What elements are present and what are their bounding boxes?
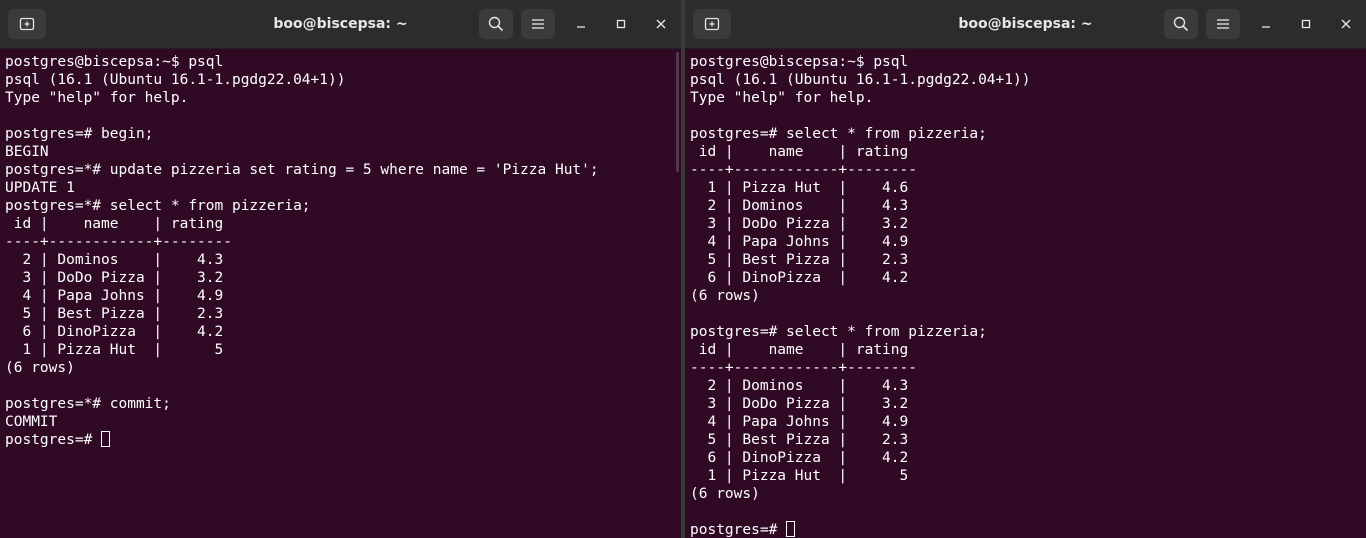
search-icon bbox=[1173, 16, 1189, 32]
terminal-line: psql (16.1 (Ubuntu 16.1-1.pgdg22.04+1)) bbox=[5, 72, 346, 88]
window-controls-right bbox=[1156, 0, 1360, 48]
terminal-line: 6 | DinoPizza | 4.2 bbox=[690, 450, 909, 466]
terminal-line: 1 | Pizza Hut | 5 bbox=[690, 468, 909, 484]
close-button-left[interactable] bbox=[647, 10, 675, 38]
titlebar-left[interactable]: boo@biscepsa: ~ bbox=[0, 0, 681, 49]
terminal-line: postgres=# begin; bbox=[5, 126, 154, 142]
titlebar-right[interactable]: boo@biscepsa: ~ bbox=[685, 0, 1366, 49]
terminal-line: id | name | rating bbox=[690, 342, 917, 358]
new-tab-icon bbox=[19, 16, 35, 32]
terminal-line: 2 | Dominos | 4.3 bbox=[690, 378, 909, 394]
terminal-line: (6 rows) bbox=[690, 288, 760, 304]
terminal-line: 4 | Papa Johns | 4.9 bbox=[690, 414, 909, 430]
terminal-line: 4 | Papa Johns | 4.9 bbox=[690, 234, 909, 250]
minimize-button-left[interactable] bbox=[567, 10, 595, 38]
terminal-line: (6 rows) bbox=[690, 486, 760, 502]
prompt-text: postgres=# bbox=[690, 522, 787, 538]
prompt-text: postgres=# bbox=[5, 432, 102, 448]
terminal-line: UPDATE 1 bbox=[5, 180, 75, 196]
scrollbar-left[interactable] bbox=[676, 52, 679, 172]
terminal-line: psql (16.1 (Ubuntu 16.1-1.pgdg22.04+1)) bbox=[690, 72, 1031, 88]
terminal-line: Type "help" for help. bbox=[690, 90, 874, 106]
terminal-line: 2 | Dominos | 4.3 bbox=[5, 252, 224, 268]
terminal-output-left[interactable]: postgres@biscepsa:~$ psql psql (16.1 (Ubu… bbox=[0, 49, 681, 538]
text-cursor bbox=[786, 521, 796, 537]
terminal-line: 6 | DinoPizza | 4.2 bbox=[690, 270, 909, 286]
terminal-window-right[interactable]: boo@biscepsa: ~ postgres@biscepsa:~$ psq… bbox=[685, 0, 1366, 538]
terminal-line: 3 | DoDo Pizza | 3.2 bbox=[5, 270, 224, 286]
terminal-line: BEGIN bbox=[5, 144, 49, 160]
maximize-button-left[interactable] bbox=[607, 10, 635, 38]
terminal-line: 3 | DoDo Pizza | 3.2 bbox=[690, 396, 909, 412]
terminal-line: ----+------------+-------- bbox=[5, 234, 232, 250]
terminal-line: 6 | DinoPizza | 4.2 bbox=[5, 324, 224, 340]
terminal-line: 3 | DoDo Pizza | 3.2 bbox=[690, 216, 909, 232]
terminal-line: postgres=*# select * from pizzeria; bbox=[5, 198, 311, 214]
terminal-line: ----+------------+-------- bbox=[690, 162, 917, 178]
new-tab-button-right[interactable] bbox=[693, 9, 731, 39]
terminal-line: id | name | rating bbox=[5, 216, 232, 232]
close-icon bbox=[656, 19, 666, 29]
terminal-line: 1 | Pizza Hut | 5 bbox=[5, 342, 224, 358]
search-button-left[interactable] bbox=[479, 9, 513, 39]
terminal-line: postgres=*# commit; bbox=[5, 396, 171, 412]
hamburger-menu-icon bbox=[531, 18, 545, 30]
minimize-button-right[interactable] bbox=[1252, 10, 1280, 38]
minimize-icon bbox=[576, 19, 586, 29]
terminal-line: 5 | Best Pizza | 2.3 bbox=[5, 306, 224, 322]
search-button-right[interactable] bbox=[1164, 9, 1198, 39]
terminal-line: 2 | Dominos | 4.3 bbox=[690, 198, 909, 214]
terminal-output-right[interactable]: postgres@biscepsa:~$ psql psql (16.1 (Ubu… bbox=[685, 49, 1366, 538]
terminal-line: postgres=*# update pizzeria set rating =… bbox=[5, 162, 599, 178]
text-cursor bbox=[101, 431, 111, 447]
terminal-line: postgres=# select * from pizzeria; bbox=[690, 324, 987, 340]
new-tab-button-left[interactable] bbox=[8, 9, 46, 39]
close-icon bbox=[1341, 19, 1351, 29]
maximize-icon bbox=[1301, 19, 1311, 29]
prompt-line[interactable]: postgres=# bbox=[5, 431, 676, 449]
terminal-line: 4 | Papa Johns | 4.9 bbox=[5, 288, 224, 304]
terminal-line: postgres@biscepsa:~$ psql bbox=[690, 54, 909, 70]
prompt-line[interactable]: postgres=# bbox=[690, 521, 1361, 538]
menu-button-right[interactable] bbox=[1206, 9, 1240, 39]
hamburger-menu-icon bbox=[1216, 18, 1230, 30]
window-controls-left bbox=[471, 0, 675, 48]
terminal-line: 5 | Best Pizza | 2.3 bbox=[690, 252, 909, 268]
new-tab-icon bbox=[704, 16, 720, 32]
terminal-line: Type "help" for help. bbox=[5, 90, 189, 106]
terminal-line: postgres=# select * from pizzeria; bbox=[690, 126, 987, 142]
terminal-line: postgres@biscepsa:~$ psql bbox=[5, 54, 224, 70]
minimize-icon bbox=[1261, 19, 1271, 29]
maximize-icon bbox=[616, 19, 626, 29]
maximize-button-right[interactable] bbox=[1292, 10, 1320, 38]
menu-button-left[interactable] bbox=[521, 9, 555, 39]
terminal-line: 1 | Pizza Hut | 4.6 bbox=[690, 180, 909, 196]
terminal-line: ----+------------+-------- bbox=[690, 360, 917, 376]
terminal-window-left[interactable]: boo@biscepsa: ~ postgres@biscepsa:~$ psq… bbox=[0, 0, 681, 538]
close-button-right[interactable] bbox=[1332, 10, 1360, 38]
terminal-line: 5 | Best Pizza | 2.3 bbox=[690, 432, 909, 448]
terminal-line: id | name | rating bbox=[690, 144, 917, 160]
desktop: boo@biscepsa: ~ postgres@biscepsa:~$ psq… bbox=[0, 0, 1366, 538]
search-icon bbox=[488, 16, 504, 32]
terminal-line: (6 rows) bbox=[5, 360, 75, 376]
terminal-line: COMMIT bbox=[5, 414, 58, 430]
